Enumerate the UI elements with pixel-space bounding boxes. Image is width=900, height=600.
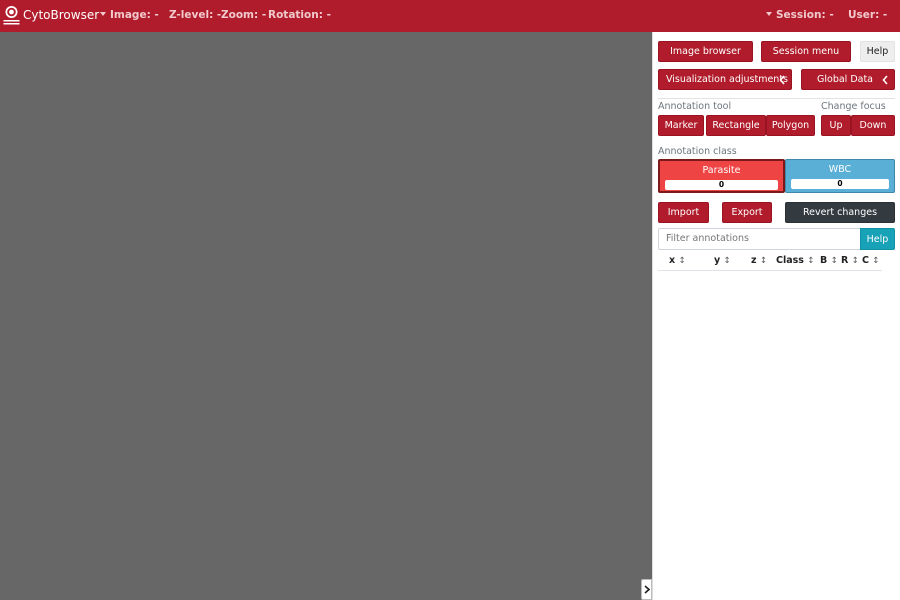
image-viewer[interactable] bbox=[0, 32, 652, 600]
sort-icon: ↕ bbox=[872, 256, 880, 266]
image-browser-button[interactable]: Image browser bbox=[658, 41, 753, 62]
caret-down-icon bbox=[100, 12, 106, 16]
sort-icon: ↕ bbox=[830, 256, 838, 266]
class-count: 0 bbox=[791, 179, 889, 189]
class-name: Parasite bbox=[702, 165, 741, 176]
sort-icon: ↕ bbox=[678, 256, 686, 266]
filter-annotations-input[interactable]: Filter annotations bbox=[658, 228, 861, 250]
column-header-class[interactable]: Class ↕ bbox=[776, 255, 814, 266]
sort-icon: ↕ bbox=[851, 256, 859, 266]
revert-changes-button[interactable]: Revert changes bbox=[785, 202, 895, 223]
help-button[interactable]: Help bbox=[860, 41, 895, 62]
session-menu-button[interactable]: Session menu bbox=[761, 41, 851, 62]
change-focus-label: Change focus bbox=[821, 101, 886, 112]
divider bbox=[658, 98, 895, 99]
class-wbc[interactable]: WBC 0 bbox=[785, 159, 895, 193]
sort-icon: ↕ bbox=[723, 256, 731, 266]
sort-icon: ↕ bbox=[807, 256, 815, 266]
zoom-indicator: Zoom: - bbox=[221, 9, 267, 21]
column-header-r[interactable]: R ↕ bbox=[841, 255, 859, 266]
sidebar-collapse-button[interactable] bbox=[641, 579, 652, 600]
zlevel-indicator: Z-level: - bbox=[169, 9, 222, 21]
session-menu-toggle[interactable]: Session: - bbox=[766, 9, 834, 21]
filter-help-button[interactable]: Help bbox=[860, 228, 895, 250]
focus-down-button[interactable]: Down bbox=[851, 115, 895, 136]
polygon-tool-button[interactable]: Polygon bbox=[766, 115, 815, 136]
chevron-right-icon bbox=[643, 585, 650, 594]
global-data-label: Global Data bbox=[817, 74, 874, 85]
column-header-z[interactable]: z ↕ bbox=[751, 255, 767, 266]
chevron-left-icon bbox=[779, 75, 785, 85]
column-header-y[interactable]: y ↕ bbox=[714, 255, 731, 266]
caret-down-icon bbox=[766, 12, 772, 16]
focus-up-button[interactable]: Up bbox=[821, 115, 851, 136]
visualization-adjustments-label: Visualization adjustments bbox=[666, 74, 789, 85]
rotation-indicator: Rotation: - bbox=[268, 9, 331, 21]
image-menu[interactable]: Image: - bbox=[100, 9, 159, 21]
table-header-divider bbox=[658, 270, 882, 271]
image-menu-label: Image: - bbox=[110, 9, 159, 21]
class-count: 0 bbox=[665, 180, 778, 190]
export-button[interactable]: Export bbox=[722, 202, 772, 223]
top-navbar: CytoBrowser Image: - Z-level: - Zoom: - … bbox=[0, 0, 900, 32]
visualization-adjustments-button[interactable]: Visualization adjustments bbox=[658, 69, 792, 90]
global-data-button[interactable]: Global Data bbox=[801, 69, 895, 90]
rectangle-tool-button[interactable]: Rectangle bbox=[706, 115, 766, 136]
sort-icon: ↕ bbox=[759, 256, 767, 266]
column-header-x[interactable]: x ↕ bbox=[669, 255, 686, 266]
class-name: WBC bbox=[828, 164, 852, 175]
brand-name[interactable]: CytoBrowser bbox=[23, 8, 99, 22]
class-parasite[interactable]: Parasite 0 bbox=[658, 159, 785, 193]
column-header-c[interactable]: C ↕ bbox=[862, 255, 879, 266]
import-button[interactable]: Import bbox=[658, 202, 709, 223]
user-indicator[interactable]: User: - bbox=[848, 9, 887, 21]
chevron-left-icon bbox=[882, 75, 888, 85]
session-label: Session: - bbox=[776, 9, 834, 21]
annotation-class-label: Annotation class bbox=[658, 146, 737, 157]
column-header-b[interactable]: B ↕ bbox=[820, 255, 838, 266]
uppsala-seal-icon bbox=[3, 6, 20, 25]
annotation-tool-label: Annotation tool bbox=[658, 101, 732, 112]
marker-tool-button[interactable]: Marker bbox=[658, 115, 704, 136]
